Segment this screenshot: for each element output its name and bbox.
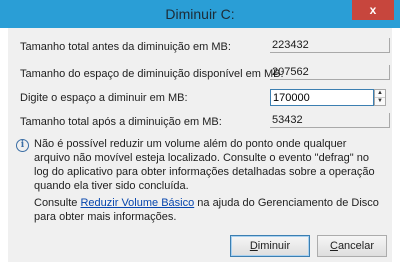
shrink-accel: D (249, 240, 258, 252)
close-icon: x (369, 3, 377, 17)
info-icon: i (16, 139, 29, 152)
cancel-accel: C (329, 240, 338, 252)
shrink-amount-input[interactable] (270, 89, 374, 106)
dialog-body: Tamanho total antes da diminuição em MB:… (8, 28, 392, 262)
title-bar[interactable]: Diminuir C: x (0, 0, 400, 28)
spin-up-icon[interactable]: ▲ (375, 90, 385, 98)
available-space-value: 207562 (270, 65, 390, 80)
cancel-label: ancelar (337, 240, 375, 252)
total-before-value: 223432 (270, 38, 390, 53)
shrink-button[interactable]: Diminuir (230, 235, 310, 257)
cancel-button[interactable]: Cancelar (317, 235, 387, 257)
shrink-dialog: Diminuir C: x Tamanho total antes da dim… (0, 0, 400, 270)
help-link[interactable]: Reduzir Volume Básico (80, 197, 194, 209)
total-before-label: Tamanho total antes da diminuição em MB: (20, 41, 231, 53)
total-after-value: 53432 (270, 113, 390, 128)
total-after-label: Tamanho total após a diminuição em MB: (20, 116, 222, 128)
spin-down-icon[interactable]: ▼ (375, 98, 385, 105)
shrink-amount-stepper[interactable]: ▲ ▼ (374, 89, 386, 106)
shrink-label: iminuir (257, 240, 291, 252)
available-space-label: Tamanho do espaço de diminuição disponív… (20, 68, 284, 80)
window-title: Diminuir C: (165, 6, 235, 22)
shrink-amount-label: Digite o espaço a diminuir em MB: (20, 92, 188, 104)
help-reference: Consulte Reduzir Volume Básico na ajuda … (34, 196, 384, 224)
info-message: Não é possível reduzir um volume além do… (34, 138, 375, 192)
close-button[interactable]: x (352, 0, 394, 20)
help-prefix: Consulte (34, 197, 81, 209)
